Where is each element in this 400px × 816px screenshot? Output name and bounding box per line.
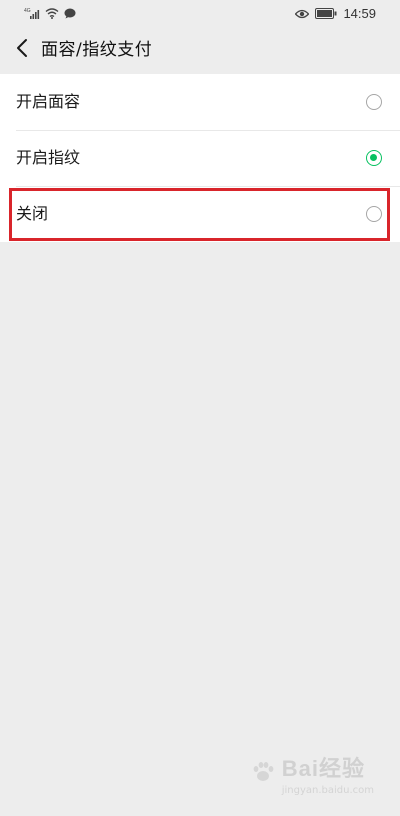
option-row-off[interactable]: 关闭 [0, 186, 400, 242]
watermark: Bai经验 jingyan.baidu.com [250, 751, 374, 796]
radio-button-checked[interactable] [366, 150, 382, 166]
status-time: 14:59 [343, 5, 376, 21]
radio-button[interactable] [366, 206, 382, 222]
chat-bubble-icon [64, 4, 76, 23]
status-bar: 4G 14:59 [0, 0, 400, 26]
page-title: 面容/指纹支付 [41, 40, 153, 60]
watermark-text-block: Bai经验 jingyan.baidu.com [282, 751, 374, 796]
option-row-fingerprint[interactable]: 开启指纹 [0, 130, 400, 186]
eye-icon [295, 4, 310, 23]
back-button[interactable] [10, 36, 34, 64]
watermark-text: Bai经验 [281, 756, 365, 781]
watermark-sub: jingyan.baidu.com [281, 785, 374, 796]
status-bar-right: 14:59 [295, 5, 376, 21]
paw-logo-icon [250, 759, 276, 789]
payment-option-list: 开启面容 开启指纹 关闭 [0, 74, 400, 242]
battery-icon [315, 4, 337, 23]
radio-button[interactable] [366, 94, 382, 110]
status-bar-left: 4G [24, 6, 76, 20]
option-label: 开启指纹 [16, 148, 81, 167]
header-bar: 面容/指纹支付 [0, 26, 400, 74]
option-label: 开启面容 [16, 92, 81, 111]
radio-dot [370, 154, 377, 161]
cellular-signal-icon: 4G [24, 4, 40, 23]
option-row-face[interactable]: 开启面容 [0, 74, 400, 130]
chevron-left-icon [16, 38, 28, 62]
wifi-icon [45, 4, 59, 23]
option-label: 关闭 [16, 204, 49, 223]
svg-text:4G: 4G [24, 8, 31, 14]
